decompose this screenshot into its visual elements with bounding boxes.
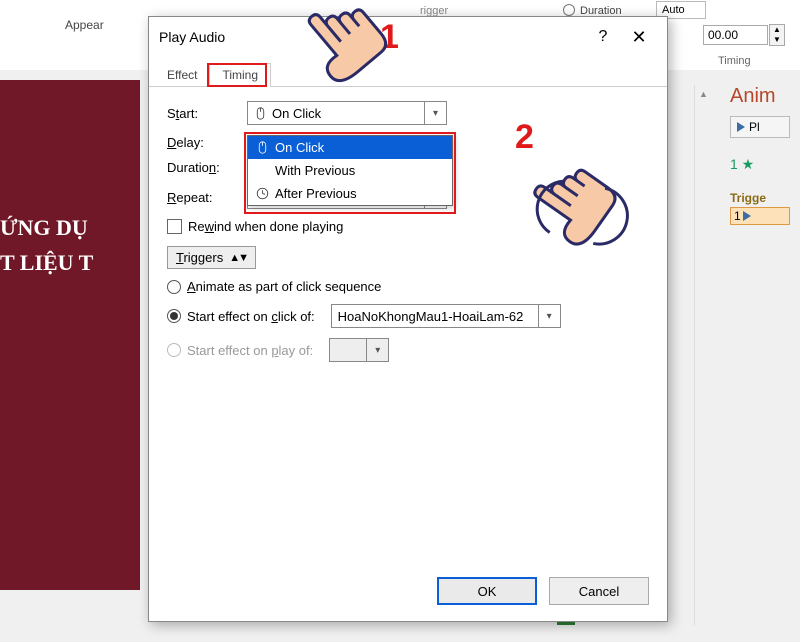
dropdown-option-with-previous[interactable]: With Previous — [248, 159, 452, 182]
animation-pane-title: Anim — [730, 85, 790, 108]
start-row: Start: On Click ▾ — [167, 101, 649, 125]
tab-effect[interactable]: Effect — [155, 64, 209, 86]
radio-animate-sequence[interactable]: Animate as part of click sequence — [167, 279, 649, 294]
mouse-icon — [254, 107, 267, 120]
radio-start-on-play: Start effect on play of: ▾ — [167, 338, 649, 362]
vertical-scrollbar[interactable]: ▲ — [694, 85, 712, 625]
rewind-checkbox[interactable] — [167, 219, 182, 234]
trigger-group-label: Trigge — [730, 191, 790, 205]
duration-label: Duration: — [167, 160, 247, 175]
animation-pane: Anim Pl 1 ★ Trigge 1 — [730, 85, 790, 225]
animation-item[interactable]: 1 ★ — [730, 156, 790, 173]
repeat-label: Repeat: — [167, 190, 247, 205]
pointing-hand-icon — [290, 0, 400, 95]
cancel-button[interactable]: Cancel — [549, 577, 649, 605]
play-icon — [737, 122, 745, 132]
chevron-down-icon[interactable]: ▾ — [538, 305, 560, 327]
timing-spinner-buttons[interactable]: ▲▼ — [769, 24, 785, 46]
radio-start-on-click[interactable]: Start effect on click of: HoaNoKhongMau1… — [167, 304, 649, 328]
click-of-value: HoaNoKhongMau1-HoaiLam-62 — [338, 309, 524, 324]
anim-index: 1 — [730, 156, 738, 172]
collapse-icon: ▲▼ — [229, 252, 247, 264]
pointing-hand-icon — [520, 150, 630, 263]
dropdown-option-after-previous[interactable]: After Previous — [248, 182, 452, 205]
dialog-button-row: OK Cancel — [437, 577, 649, 605]
ok-button[interactable]: OK — [437, 577, 537, 605]
timing-spinner[interactable]: 00.00 — [703, 25, 768, 45]
start-combo-value: On Click — [272, 106, 321, 121]
play-icon — [743, 211, 751, 221]
help-button[interactable]: ? — [585, 28, 621, 46]
click-of-combo[interactable]: HoaNoKhongMau1-HoaiLam-62 ▾ — [331, 304, 561, 328]
duration-radio-icon — [563, 4, 575, 16]
trigger-index: 1 — [734, 209, 741, 223]
play-audio-dialog: Play Audio ? ✕ Effect Timing Start: On C… — [148, 16, 668, 622]
radio-play-label: Start effect on play of: — [187, 343, 313, 358]
radio-click-label: Start effect on click of: — [187, 309, 315, 324]
radio-icon — [167, 343, 181, 357]
start-combo[interactable]: On Click ▾ — [247, 101, 447, 125]
start-dropdown-list[interactable]: On Click With Previous After Previous — [247, 135, 453, 206]
ribbon-appear-label: Appear — [65, 18, 104, 32]
mouse-icon — [256, 141, 269, 154]
radio-icon[interactable] — [167, 280, 181, 294]
play-label: Pl — [749, 120, 760, 134]
triggers-toggle-button[interactable]: Triggers ▲▼ — [167, 246, 256, 269]
rewind-label: Rewind when done playing — [188, 219, 343, 234]
trigger-animation-item[interactable]: 1 — [730, 207, 790, 225]
radio-animate-label: Animate as part of click sequence — [187, 279, 381, 294]
radio-icon[interactable] — [167, 309, 181, 323]
chevron-down-icon: ▾ — [366, 339, 388, 361]
scroll-up-icon[interactable]: ▲ — [695, 85, 712, 103]
play-from-button[interactable]: Pl — [730, 116, 790, 138]
ribbon-timing-group-label: Timing — [718, 55, 751, 67]
start-label: Start: — [167, 106, 247, 121]
dropdown-option-on-click[interactable]: On Click — [248, 136, 452, 159]
dialog-titlebar: Play Audio ? ✕ — [149, 17, 667, 57]
slide-text-line: T LIỆU T — [0, 245, 140, 280]
annotation-highlight-tab — [207, 63, 267, 87]
slide-preview: ỨNG DỤ T LIỆU T — [0, 80, 140, 590]
play-of-combo: ▾ — [329, 338, 389, 362]
delay-label: Delay: — [167, 135, 247, 150]
slide-text-line: ỨNG DỤ — [0, 210, 140, 245]
chevron-down-icon[interactable]: ▾ — [424, 102, 446, 124]
clock-icon — [256, 187, 269, 200]
close-button[interactable]: ✕ — [621, 27, 657, 48]
